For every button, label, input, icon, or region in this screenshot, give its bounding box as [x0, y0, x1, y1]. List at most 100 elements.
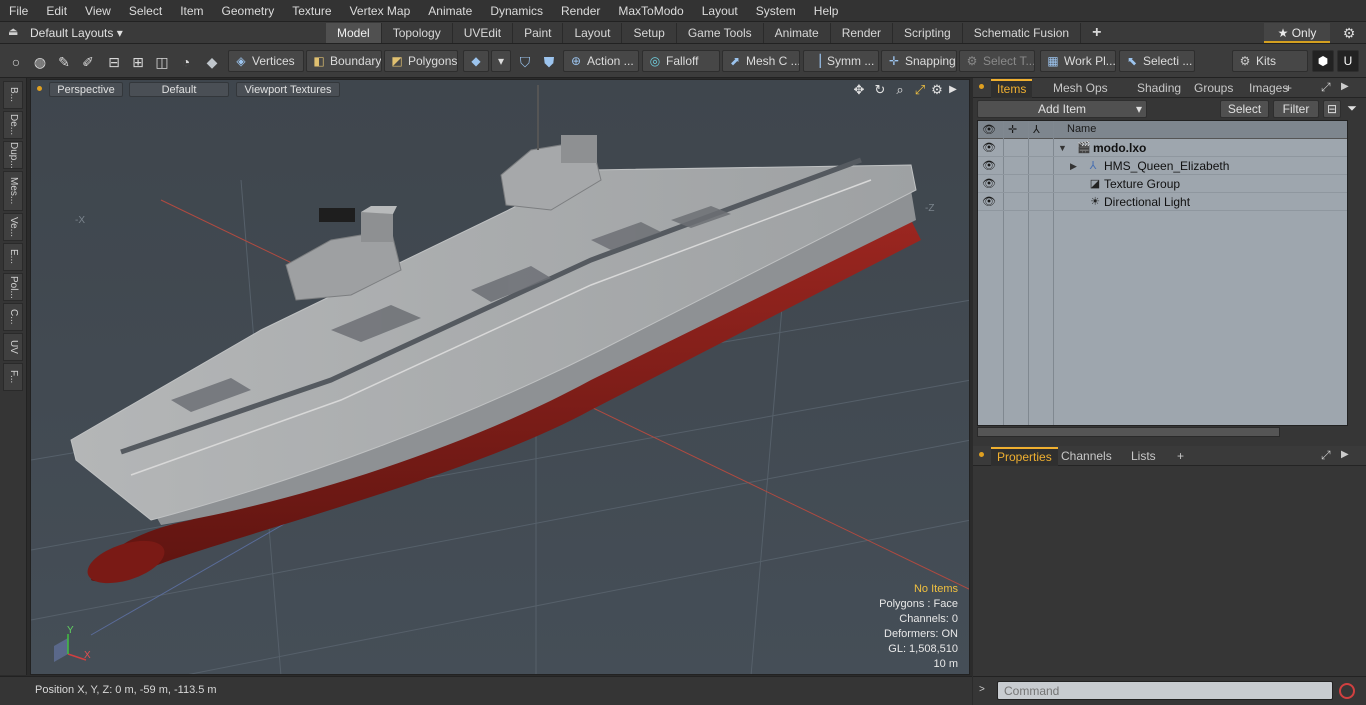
tab-groups[interactable]: Groups: [1188, 79, 1239, 98]
snap-box-icon[interactable]: ◫: [152, 52, 172, 72]
transform-icon[interactable]: ⊞: [128, 52, 148, 72]
list-item-scene[interactable]: 👁 ▼ 🎬 modo.lxo: [978, 139, 1347, 157]
item-mode-button[interactable]: ◆: [463, 50, 489, 72]
tab-schematic-fusion[interactable]: Schematic Fusion: [962, 23, 1082, 43]
strip-tab-fusion[interactable]: F...: [3, 363, 23, 391]
add-item-button[interactable]: Add Item ▾: [977, 100, 1147, 118]
list-item-mesh[interactable]: 👁 ▶ ⅄ HMS_Queen_Elizabeth: [978, 157, 1347, 175]
strip-tab-vertex[interactable]: Ve...: [3, 213, 23, 241]
expand-arrow-icon[interactable]: ▼: [1058, 141, 1068, 155]
mesh-constraint-button[interactable]: ⬈ Mesh C ...: [722, 50, 800, 72]
3d-viewport[interactable]: Perspective Default Viewport Textures ✥ …: [30, 79, 970, 675]
select-button[interactable]: Select: [1220, 100, 1269, 118]
menu-maxtomodo[interactable]: MaxToModo: [609, 0, 692, 22]
shading-default-button[interactable]: Default: [129, 82, 229, 97]
kits-button[interactable]: ⚙ Kits: [1232, 50, 1308, 72]
record-icon[interactable]: [1339, 683, 1355, 699]
tab-game-tools[interactable]: Game Tools: [676, 23, 764, 43]
viewport-more-icon[interactable]: ▶: [944, 81, 962, 99]
type-column-icon[interactable]: ⅄: [1033, 123, 1040, 136]
add-layout-tab-button[interactable]: +: [1081, 23, 1113, 43]
tab-render[interactable]: Render: [830, 23, 894, 43]
menu-select[interactable]: Select: [120, 0, 171, 22]
tab-mesh-ops[interactable]: Mesh Ops: [1047, 79, 1114, 98]
panel-expand-icon[interactable]: ⤢: [1321, 448, 1331, 463]
tab-animate[interactable]: Animate: [763, 23, 831, 43]
maximize-icon[interactable]: ⤢: [911, 81, 929, 99]
strip-tab-uv[interactable]: UV: [3, 333, 23, 361]
unreal-button[interactable]: U: [1337, 50, 1359, 72]
strip-tab-deform[interactable]: De...: [3, 111, 23, 139]
menu-vertex-map[interactable]: Vertex Map: [341, 0, 420, 22]
unity-button[interactable]: ⬢: [1312, 50, 1334, 72]
list-item-directional-light[interactable]: 👁 ☀ Directional Light: [978, 193, 1347, 211]
command-history-icon[interactable]: >: [979, 684, 985, 695]
visibility-eye-icon[interactable]: 👁: [981, 195, 997, 209]
circle-select-icon[interactable]: ○: [6, 52, 26, 72]
menu-item[interactable]: Item: [171, 0, 212, 22]
visibility-eye-icon[interactable]: 👁: [981, 159, 997, 173]
strip-tab-basic[interactable]: B...: [3, 81, 23, 109]
vertices-button[interactable]: ◈ Vertices: [228, 50, 304, 72]
tab-lists[interactable]: Lists: [1125, 447, 1162, 466]
layout-up-icon[interactable]: ⏏: [8, 25, 22, 41]
tab-uvedit[interactable]: UVEdit: [452, 23, 514, 43]
collapse-icon[interactable]: ⊟: [1323, 100, 1341, 118]
viewport-textures-button[interactable]: Viewport Textures: [236, 82, 340, 97]
tab-properties[interactable]: Properties: [991, 447, 1058, 466]
shield-icon[interactable]: ⛉: [515, 52, 535, 72]
orbit-icon[interactable]: ↻: [871, 81, 889, 99]
add-panel-tab-button[interactable]: +: [1171, 447, 1190, 466]
menu-texture[interactable]: Texture: [283, 0, 340, 22]
work-plane-button[interactable]: ▦ Work Pl...: [1040, 50, 1116, 72]
menu-file[interactable]: File: [0, 0, 37, 22]
pan-icon[interactable]: ✥: [850, 81, 868, 99]
menu-layout[interactable]: Layout: [693, 0, 747, 22]
cube-icon[interactable]: ◆: [202, 52, 222, 72]
tab-layout[interactable]: Layout: [563, 23, 623, 43]
pen-icon[interactable]: ✎: [54, 52, 74, 72]
perspective-button[interactable]: Perspective: [49, 82, 123, 97]
brush-icon[interactable]: ✐: [78, 52, 98, 72]
item-list-scrollbar[interactable]: [977, 427, 1280, 437]
tab-setup[interactable]: Setup: [622, 23, 677, 43]
menu-geometry[interactable]: Geometry: [213, 0, 284, 22]
visibility-column-eye-icon[interactable]: 👁: [982, 123, 996, 136]
name-column-header[interactable]: Name: [1067, 123, 1096, 135]
align-icon[interactable]: ⊟: [104, 52, 124, 72]
falloff-button[interactable]: ◎ Falloff: [642, 50, 720, 72]
tab-model[interactable]: Model: [326, 23, 382, 43]
visibility-eye-icon[interactable]: 👁: [981, 141, 997, 155]
list-item-texture-group[interactable]: 👁 ◪ Texture Group: [978, 175, 1347, 193]
select-through-button[interactable]: ⚙ Select T...: [959, 50, 1035, 72]
collapsed-arrow-icon[interactable]: ▶: [1070, 159, 1080, 173]
funnel-icon[interactable]: ⏷: [1343, 100, 1361, 118]
menu-system[interactable]: System: [747, 0, 805, 22]
tab-scripting[interactable]: Scripting: [893, 23, 963, 43]
command-input[interactable]: [997, 681, 1333, 700]
menu-view[interactable]: View: [76, 0, 120, 22]
tab-paint[interactable]: Paint: [513, 23, 564, 43]
menu-render[interactable]: Render: [552, 0, 609, 22]
strip-tab-mesh-edit[interactable]: Mes...: [3, 171, 23, 211]
add-panel-tab-button[interactable]: +: [1279, 79, 1298, 98]
tab-channels[interactable]: Channels: [1055, 447, 1118, 466]
snapping-button[interactable]: ✛ Snapping: [881, 50, 957, 72]
selection-sets-button[interactable]: ⬉ Selecti ...: [1119, 50, 1195, 72]
menu-animate[interactable]: Animate: [419, 0, 481, 22]
symmetry-button[interactable]: ▕ Symm ...: [803, 50, 879, 72]
menu-edit[interactable]: Edit: [37, 0, 76, 22]
rotate-icon[interactable]: ◔: [176, 52, 196, 72]
action-center-button[interactable]: ⊕ Action ...: [563, 50, 639, 72]
strip-tab-edge[interactable]: E...: [3, 243, 23, 271]
lock-column-icon[interactable]: ✛: [1008, 123, 1017, 136]
layout-selector[interactable]: Default Layouts ▾: [30, 24, 123, 42]
panel-more-icon[interactable]: ▶: [1341, 449, 1349, 460]
filter-button[interactable]: Filter: [1273, 100, 1319, 118]
menu-dynamics[interactable]: Dynamics: [481, 0, 552, 22]
mode-dropdown[interactable]: ▾: [491, 50, 511, 72]
shield-alt-icon[interactable]: ⛊: [539, 52, 559, 72]
tab-topology[interactable]: Topology: [381, 23, 453, 43]
item-list[interactable]: 👁 ✛ ⅄ Name 👁 ▼ 🎬 modo.lxo 👁 ▶ ⅄ HMS_Quee…: [977, 120, 1348, 426]
menu-help[interactable]: Help: [805, 0, 848, 22]
